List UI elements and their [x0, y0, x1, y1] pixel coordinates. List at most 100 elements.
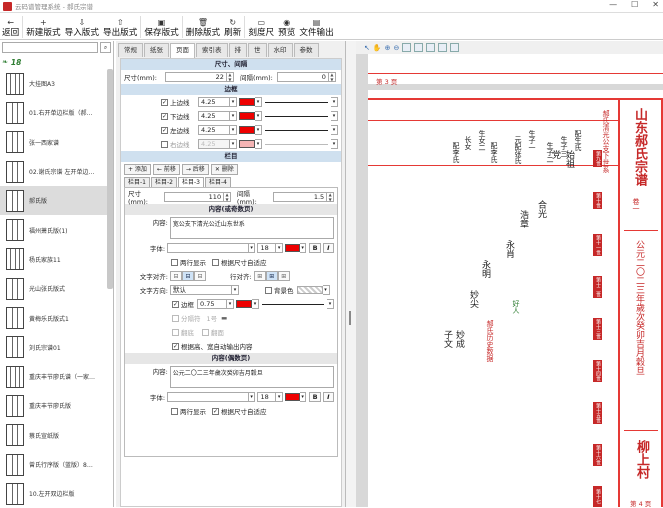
chevron-down-icon[interactable]: ▾ — [232, 285, 239, 295]
chevron-down-icon[interactable]: ▾ — [276, 392, 283, 402]
chevron-down-icon[interactable]: ▾ — [230, 97, 237, 107]
list-item[interactable]: 光山张氏版式 — [0, 274, 108, 303]
list-item[interactable]: 刘氏宗谱01 — [0, 333, 108, 362]
delete-column-button[interactable]: ✕ 删除 — [210, 164, 238, 175]
odd-content-textarea[interactable]: 宽公支下清光公迁山东世系 — [169, 217, 334, 239]
tab-4[interactable]: 排 — [228, 43, 247, 57]
search-input[interactable] — [2, 42, 98, 53]
separator-value[interactable]: 1号 — [207, 313, 218, 323]
border-style-preview[interactable] — [262, 303, 324, 305]
chevron-down-icon[interactable]: ▾ — [255, 97, 262, 107]
zoom-in-icon[interactable]: ⊕ — [385, 44, 391, 52]
tab-0[interactable]: 常规 — [118, 43, 143, 57]
font-color-swatch[interactable] — [284, 244, 300, 252]
font-select[interactable] — [167, 243, 249, 253]
column-tab-4[interactable]: 栏目-4 — [204, 177, 231, 187]
chevron-down-icon[interactable]: ▾ — [299, 392, 307, 402]
border-width-select[interactable]: 0.75 — [197, 299, 227, 309]
border-color-swatch-1[interactable] — [239, 112, 255, 120]
tab-3[interactable]: 索引表 — [196, 43, 228, 57]
border-color-swatch-2[interactable] — [239, 126, 255, 134]
border-style-preview-0[interactable] — [265, 101, 328, 103]
two-line-checkbox[interactable] — [171, 258, 178, 266]
chevron-down-icon[interactable]: ▾ — [230, 111, 237, 121]
add-column-button[interactable]: + 添加 — [124, 164, 151, 175]
font-size-select-even[interactable]: 18 — [257, 392, 277, 402]
chevron-down-icon[interactable]: ▾ — [248, 243, 256, 253]
toolbar-button-6[interactable]: ↻ 刷新 — [222, 13, 243, 39]
fit-size-checkbox-even[interactable]: ✓ — [212, 407, 219, 415]
border-checkbox-3[interactable] — [161, 140, 168, 148]
col-size-input[interactable]: 110 — [163, 192, 225, 202]
list-item[interactable]: 重庆丰节廖氏版 — [0, 391, 108, 420]
bg-color-swatch[interactable] — [296, 286, 323, 294]
search-icon[interactable]: ⌕ — [100, 42, 111, 53]
tab-6[interactable]: 水印 — [267, 43, 293, 57]
list-item[interactable]: 郝氏版 — [0, 186, 108, 216]
row-align-top-button[interactable]: ⊞ — [253, 271, 266, 281]
flip-v-checkbox[interactable] — [202, 328, 209, 336]
list-item[interactable]: 福州萧氏版(1) — [0, 215, 108, 244]
italic-button-even[interactable]: I — [322, 392, 334, 402]
chevron-down-icon[interactable]: ▾ — [331, 111, 338, 121]
grid-view-icon[interactable] — [450, 43, 460, 52]
border-color-swatch-3[interactable] — [239, 140, 255, 148]
chevron-down-icon[interactable]: ▾ — [248, 392, 256, 402]
border-checkbox-0[interactable]: ✓ — [161, 98, 168, 106]
fit-width-icon[interactable] — [414, 43, 424, 52]
border-width-select-0[interactable]: 4.25 — [198, 97, 230, 107]
chevron-down-icon[interactable]: ▾ — [331, 125, 338, 135]
border-color-swatch-0[interactable] — [239, 98, 255, 106]
font-select-even[interactable] — [167, 392, 249, 402]
toolbar-button-4[interactable]: ▣ 保存版式 — [142, 13, 180, 39]
list-item[interactable]: 10.左开双边栏版 — [0, 479, 108, 507]
list-item[interactable]: 重庆丰节廖氏谱（一家… — [0, 362, 108, 391]
chevron-down-icon[interactable]: ▾ — [255, 111, 262, 121]
list-item[interactable]: 黄梅乐氏版式1 — [0, 303, 108, 332]
tab-2[interactable]: 页面 — [170, 43, 195, 58]
minimize-button[interactable]: — — [609, 0, 617, 9]
border-width-select-3[interactable]: 4.25 — [198, 139, 230, 149]
toolbar-button-7[interactable]: ▭ 刻度尺 — [246, 13, 276, 39]
chevron-down-icon[interactable]: ▾ — [255, 125, 262, 135]
row-align-middle-button[interactable]: ⊞ — [265, 271, 278, 281]
border-style-preview-1[interactable] — [265, 115, 328, 117]
border-width-select-1[interactable]: 4.25 — [198, 111, 230, 121]
italic-button[interactable]: I — [322, 243, 334, 253]
chevron-down-icon[interactable]: ▾ — [252, 299, 259, 309]
list-item[interactable]: 02.谢氏宗谱 左开单边… — [0, 157, 108, 186]
list-scrollbar[interactable] — [107, 69, 113, 289]
chevron-down-icon[interactable]: ▾ — [276, 243, 283, 253]
toolbar-button-2[interactable]: ⇩ 导入版式 — [63, 13, 101, 39]
align-center-button[interactable]: ⊟ — [182, 271, 194, 281]
close-button[interactable]: ✕ — [652, 0, 659, 9]
col-gap-input[interactable]: 1.5 — [272, 192, 328, 202]
list-item[interactable]: 01.右开单边栏版（郝… — [0, 98, 108, 127]
bold-button-even[interactable]: B — [309, 392, 321, 402]
border-width-select-2[interactable]: 4.25 — [198, 125, 230, 135]
row-align-bottom-button[interactable]: ⊞ — [277, 271, 290, 281]
chevron-down-icon[interactable]: ▾ — [230, 139, 237, 149]
chevron-down-icon[interactable]: ▾ — [331, 139, 338, 149]
col-gap-stepper[interactable]: ▲ ▼ — [327, 192, 335, 202]
toolbar-button-5[interactable]: 🗑 删除版式 — [184, 13, 222, 39]
fit-rotate-checkbox[interactable]: ✓ — [172, 342, 179, 350]
list-item[interactable]: 蔡氏宣纸版 — [0, 421, 108, 450]
separator-checkbox[interactable] — [172, 314, 179, 322]
toolbar-button-1[interactable]: + 新建版式 — [24, 13, 62, 39]
chevron-down-icon[interactable]: ▾ — [227, 299, 234, 309]
toolbar-button-3[interactable]: ⇧ 导出版式 — [101, 13, 139, 39]
two-line-checkbox-even[interactable] — [171, 407, 178, 415]
gap-input[interactable]: 0 — [276, 72, 329, 82]
list-item[interactable]: 杨氏家族11 — [0, 245, 108, 274]
border-style-preview-3[interactable] — [265, 143, 328, 145]
gap-stepper[interactable]: ▲ ▼ — [328, 72, 336, 82]
flip-h-checkbox[interactable] — [172, 328, 179, 336]
column-tab-3[interactable]: 栏目-3 — [177, 177, 204, 187]
fit-size-checkbox[interactable] — [212, 258, 219, 266]
panel-splitter[interactable] — [346, 41, 356, 507]
column-tab-2[interactable]: 栏目-2 — [150, 177, 177, 187]
move-left-button[interactable]: ← 前移 — [152, 164, 180, 175]
toolbar-button-9[interactable]: ▤ 文件输出 — [297, 13, 335, 39]
single-page-icon[interactable] — [426, 43, 436, 52]
